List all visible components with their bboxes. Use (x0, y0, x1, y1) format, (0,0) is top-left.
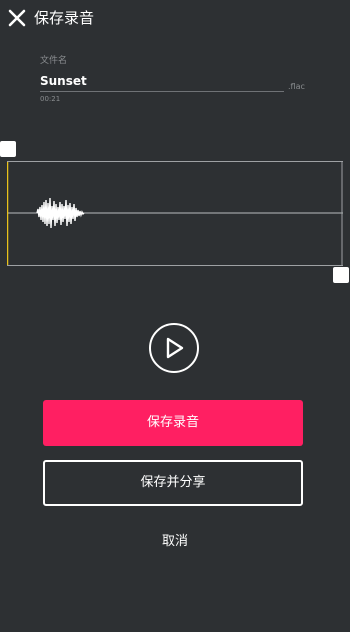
waveform-trace (36, 197, 85, 229)
waveform-trimmer[interactable] (7, 161, 343, 266)
cancel-button[interactable]: 取消 (143, 530, 207, 554)
trim-end-handle[interactable] (333, 267, 349, 283)
trim-start-handle[interactable] (0, 141, 16, 157)
save-and-share-button[interactable]: 保存并分享 (43, 460, 303, 506)
filename-input[interactable] (40, 71, 284, 92)
play-icon (166, 337, 184, 359)
recording-duration: 00:21 (40, 95, 61, 103)
play-button[interactable] (149, 323, 199, 373)
page-title: 保存录音 (34, 9, 95, 27)
close-icon[interactable] (8, 9, 26, 27)
top-bar: 保存录音 (0, 0, 350, 36)
waveform (7, 162, 343, 265)
save-recording-button[interactable]: 保存录音 (43, 400, 303, 446)
file-extension: .flac (288, 82, 305, 91)
filename-label: 文件名 (40, 56, 68, 66)
